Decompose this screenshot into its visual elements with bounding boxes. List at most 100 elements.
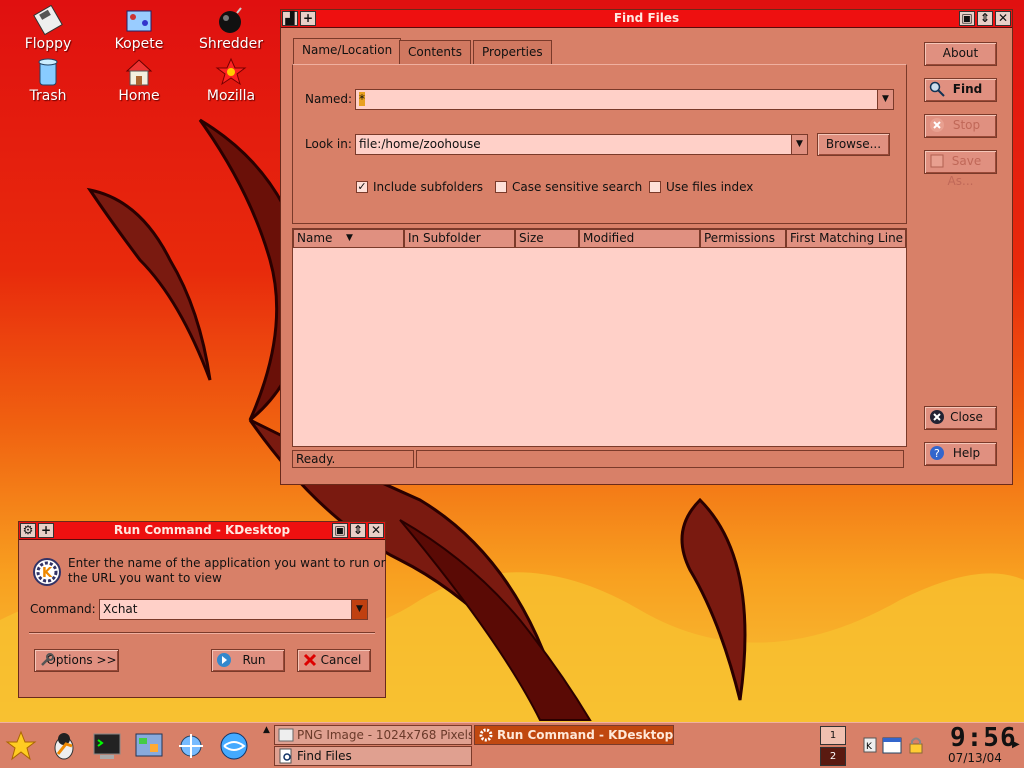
use-files-index-checkbox[interactable] [649, 181, 661, 193]
named-label: Named: [305, 92, 353, 106]
case-sensitive-checkbox[interactable] [495, 181, 507, 193]
help-button[interactable]: ? Help [924, 442, 997, 466]
tab-contents[interactable]: Contents [399, 40, 471, 64]
lock-icon[interactable] [906, 735, 926, 755]
about-button[interactable]: About [924, 42, 997, 66]
find-button[interactable]: Find [924, 78, 997, 102]
include-subfolders-checkbox[interactable]: ✓ [356, 181, 368, 193]
stop-icon [930, 118, 944, 132]
task-label: Run Command - KDesktop [497, 728, 674, 742]
close-icon [930, 410, 944, 424]
close-window-button[interactable]: ✕ [368, 523, 384, 538]
save-as-button[interactable]: Save As... [924, 150, 997, 188]
results-list[interactable] [292, 228, 907, 447]
desktop-icon-shredder[interactable]: Shredder [193, 5, 269, 52]
find-files-icon [279, 748, 292, 764]
kde-logo-icon: K [33, 558, 61, 586]
task-png-image[interactable]: PNG Image - 1024x768 Pixels - [274, 725, 472, 745]
save-icon [930, 154, 944, 168]
minimize-button[interactable]: ▣ [959, 11, 975, 26]
status-text: Ready. [292, 450, 414, 468]
command-label: Command: [30, 602, 96, 616]
column-header-permissions[interactable]: Permissions [700, 229, 786, 248]
pager-desktop-2[interactable]: 2 [820, 747, 846, 766]
image-icon [278, 728, 294, 742]
task-find-files[interactable]: Find Files [274, 746, 472, 766]
use-files-index-label: Use files index [666, 180, 754, 194]
prompt-line-2: the URL you want to view [68, 571, 222, 585]
wrench-icon [41, 653, 54, 666]
desktop-icon-label: Kopete [114, 36, 164, 52]
desktop-icon-home[interactable]: Home [101, 57, 177, 104]
case-sensitive-label: Case sensitive search [512, 180, 643, 194]
help-icon: ? [930, 446, 944, 460]
clock-date: 07/13/04 [948, 751, 1002, 765]
window-title: Run Command - KDesktop [113, 523, 291, 537]
calendar-icon[interactable] [882, 735, 902, 755]
taskbar-expand-icon[interactable]: ▶ [1012, 739, 1020, 750]
tab-properties[interactable]: Properties [473, 40, 552, 64]
pager-label: 2 [829, 751, 837, 762]
browse-label: Browse... [825, 137, 882, 151]
chevron-down-icon[interactable]: ▼ [877, 90, 893, 109]
run-button[interactable]: Run [211, 649, 285, 672]
run-command-titlebar[interactable]: ⚙ + Run Command - KDesktop ▣ ⇕ ✕ [19, 522, 385, 540]
close-button[interactable]: Close [924, 406, 997, 430]
lookin-value: file:/home/zoohouse [359, 137, 481, 151]
close-window-button[interactable]: ✕ [995, 11, 1011, 26]
column-header-name[interactable]: Name ▼ [293, 229, 404, 248]
task-label: PNG Image - 1024x768 Pixels - [297, 728, 472, 742]
desktop-icon-label: Shredder [199, 36, 263, 52]
command-value: Xchat [103, 602, 138, 616]
task-label: Find Files [297, 749, 352, 763]
pager-desktop-1[interactable]: 1 [820, 726, 846, 745]
column-header-in-subfolder[interactable]: In Subfolder [404, 229, 515, 248]
browser-icon[interactable] [218, 730, 250, 762]
sort-arrow-icon: ▼ [346, 233, 353, 243]
options-button[interactable]: Options >> [34, 649, 119, 672]
terminal-icon[interactable] [91, 730, 123, 762]
column-header-size[interactable]: Size [515, 229, 579, 248]
tab-name-location[interactable]: Name/Location [293, 38, 402, 65]
column-header-first-matching-line[interactable]: First Matching Line [786, 229, 906, 248]
cancel-icon [303, 653, 317, 667]
maximize-button[interactable]: ⇕ [977, 11, 993, 26]
desktop-icon-kopete[interactable]: Kopete [101, 5, 177, 52]
kmenu-star-icon[interactable] [5, 730, 37, 762]
maximize-button[interactable]: ⇕ [350, 523, 366, 538]
include-subfolders-label: Include subfolders [373, 180, 484, 194]
penguin-icon[interactable] [48, 730, 80, 762]
named-combobox[interactable]: * ▼ [355, 89, 894, 110]
taskbar-scroll-up-icon[interactable]: ▲ [263, 725, 270, 735]
control-center-icon[interactable] [133, 730, 165, 762]
chevron-down-icon[interactable]: ▼ [351, 600, 367, 619]
pager-label: 1 [829, 730, 837, 741]
network-icon[interactable] [175, 730, 207, 762]
clock-time[interactable]: 9:56 [950, 723, 1016, 753]
taskbar: ▲ PNG Image - 1024x768 Pixels - Find Fil… [0, 722, 1024, 768]
desktop-icon-label: Trash [29, 88, 67, 104]
cancel-button[interactable]: Cancel [297, 649, 371, 672]
desktop-icon-trash[interactable]: Trash [10, 57, 86, 104]
desktop-icon-floppy[interactable]: Floppy [10, 5, 86, 52]
status-progress [416, 450, 904, 468]
separator [29, 632, 375, 634]
mozilla-icon [215, 57, 247, 86]
bomb-icon [219, 7, 242, 33]
svg-text:K: K [42, 566, 53, 581]
search-icon [929, 81, 945, 97]
desktop-icon-mozilla[interactable]: Mozilla [193, 57, 269, 104]
stop-button[interactable]: Stop [924, 114, 997, 138]
column-header-modified[interactable]: Modified [579, 229, 700, 248]
kopete-icon [126, 10, 152, 32]
command-combobox[interactable]: Xchat ▼ [99, 599, 368, 620]
run-icon [217, 653, 231, 667]
task-run-command[interactable]: Run Command - KDesktop [474, 725, 674, 745]
desktop-icon-label: Floppy [24, 36, 72, 52]
lookin-combobox[interactable]: file:/home/zoohouse ▼ [355, 134, 808, 155]
klipper-icon[interactable]: K [862, 737, 878, 753]
minimize-button[interactable]: ▣ [332, 523, 348, 538]
browse-button[interactable]: Browse... [817, 133, 890, 156]
chevron-down-icon[interactable]: ▼ [791, 135, 807, 154]
find-files-titlebar[interactable]: ▟ + Find Files ▣ ⇕ ✕ [281, 10, 1012, 28]
